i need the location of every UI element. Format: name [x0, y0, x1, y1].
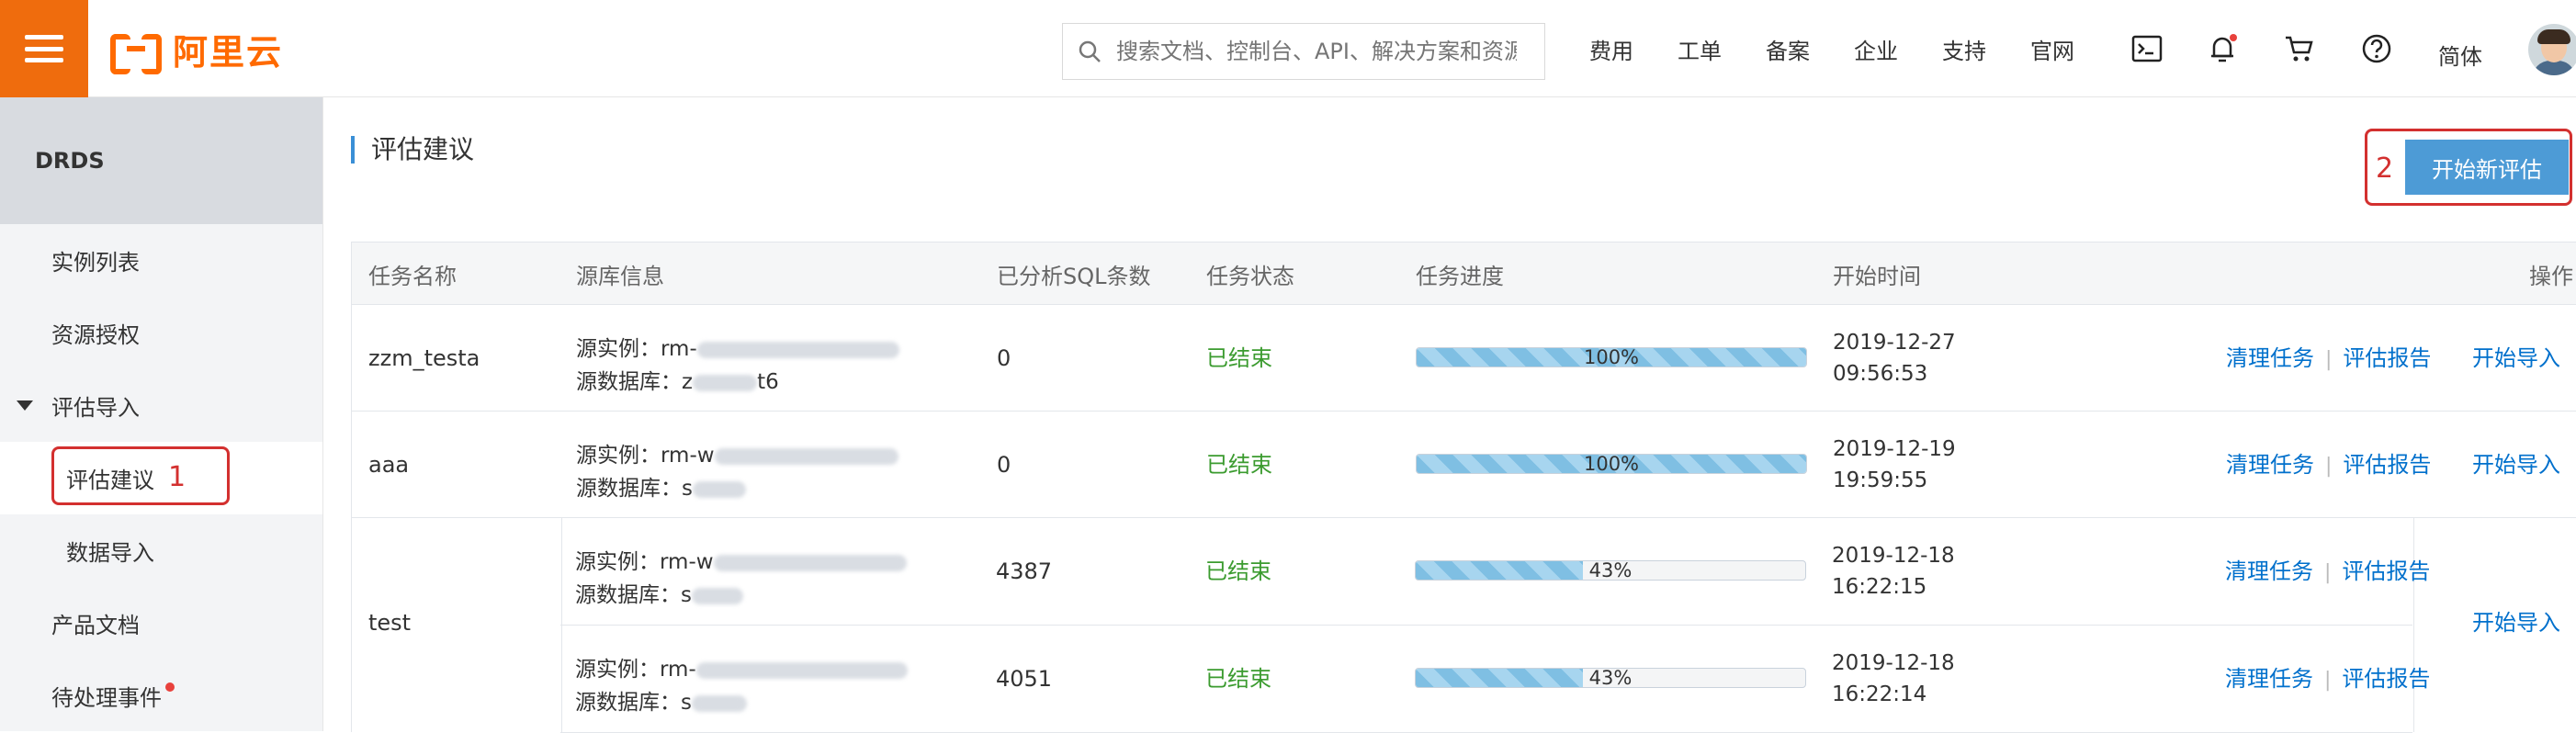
nav-filing[interactable]: 备案 [1766, 33, 1810, 65]
sidebar-item-instances[interactable]: 实例列表 [0, 224, 322, 297]
clean-task-link[interactable]: 清理任务 [2226, 452, 2314, 478]
start-time: 2019-12-19 19:59:55 [1833, 437, 1956, 492]
source-database: 源数据库：s [575, 577, 743, 608]
aliyun-logo-icon [110, 30, 162, 74]
logo-text: 阿里云 [173, 31, 284, 73]
sql-count: 0 [997, 345, 1011, 371]
table-header: 任务名称 源库信息 已分析SQL条数 任务状态 任务进度 开始时间 操作 [351, 242, 2576, 305]
top-nav: 费用 工单 备案 企业 支持 官网 [1589, 0, 2118, 97]
start-import-link[interactable]: 开始导入 [2472, 612, 2560, 634]
terminal-icon[interactable] [2130, 31, 2164, 66]
clean-task-link[interactable]: 清理任务 [2225, 666, 2313, 692]
evaluation-report-link[interactable]: 评估报告 [2342, 558, 2430, 584]
source-instance: 源实例：rm-w [576, 437, 898, 468]
sidebar-item-data-import[interactable]: 数据导入 [0, 514, 322, 587]
row-actions: 清理任务 | 评估报告 [2226, 452, 2432, 478]
task-status: 已结束 [1206, 452, 1272, 478]
table-subrow: 源实例：rm-w 源数据库：s 4387 已结束 43% 2019-12-18 1… [560, 518, 2430, 626]
row-actions: 清理任务 | 评估报告 [2225, 558, 2431, 584]
evaluation-report-link[interactable]: 评估报告 [2343, 452, 2431, 478]
evaluation-table: 任务名称 源库信息 已分析SQL条数 任务状态 任务进度 开始时间 操作 zzm… [351, 242, 2576, 733]
task-progress-bar: 43% [1415, 668, 1806, 688]
sidebar-item-docs[interactable]: 产品文档 [0, 587, 322, 660]
nav-fees[interactable]: 费用 [1589, 33, 1633, 65]
start-import-link[interactable]: 开始导入 [2472, 347, 2560, 369]
language-switch[interactable]: 简体 [2438, 39, 2482, 71]
col-start-time: 开始时间 [1833, 263, 1921, 289]
clean-task-link[interactable]: 清理任务 [2226, 345, 2314, 371]
task-progress-bar: 100% [1416, 347, 1807, 367]
task-name: aaa [368, 452, 410, 478]
user-avatar[interactable] [2528, 24, 2576, 75]
source-instance: 源实例：rm- [576, 331, 899, 362]
source-database: 源数据库：z t6 [576, 370, 779, 394]
search-box[interactable] [1062, 23, 1545, 80]
task-progress-bar: 100% [1416, 454, 1807, 474]
sidebar-item-evaluation-import[interactable]: 评估导入 [0, 369, 322, 442]
main-content: 评估建议 开始新评估 任务名称 源库信息 已分析SQL条数 任务状态 任务进度 … [323, 97, 2576, 733]
progress-text: 100% [1583, 347, 1640, 367]
table-row: aaa 源实例：rm-w 源数据库：s 0 已结束 100% 2019-12-1… [351, 412, 2576, 518]
progress-text: 43% [1588, 560, 1633, 581]
caret-down-icon [17, 400, 33, 411]
sidebar-item-resource-auth[interactable]: 资源授权 [0, 297, 322, 369]
source-instance: 源实例：rm-w [575, 544, 907, 575]
task-status: 已结束 [1205, 558, 1271, 584]
sidebar-item-pending-events[interactable]: 待处理事件 [0, 660, 322, 732]
source-database: 源数据库：s [575, 684, 747, 716]
hamburger-icon [25, 35, 63, 62]
col-actions: 操作 [2529, 263, 2573, 289]
task-status: 已结束 [1205, 666, 1271, 692]
start-time: 2019-12-18 16:22:15 [1832, 544, 1955, 599]
col-status: 任务状态 [1206, 263, 1294, 289]
progress-text: 43% [1588, 668, 1633, 688]
page-title: 评估建议 [351, 136, 474, 164]
search-icon [1079, 40, 1101, 62]
annotation-box-2 [2365, 129, 2572, 206]
row-actions: 清理任务 | 评估报告 [2226, 345, 2432, 371]
nav-enterprise[interactable]: 企业 [1854, 33, 1898, 65]
col-task-name: 任务名称 [368, 263, 457, 289]
task-progress-bar: 43% [1415, 560, 1806, 581]
start-time: 2019-12-18 16:22:14 [1832, 651, 1955, 706]
table-subrow: 源实例：rm- 源数据库：s 4051 已结束 43% 2019-12-18 16… [560, 626, 2430, 733]
sql-count: 0 [997, 452, 1011, 478]
evaluation-report-link[interactable]: 评估报告 [2343, 345, 2431, 371]
table-row: zzm_testa 源实例：rm- 源数据库：z t6 0 已结束 100% 20… [351, 305, 2576, 412]
clean-task-link[interactable]: 清理任务 [2225, 558, 2313, 584]
sidebar: DRDS 实例列表 资源授权 评估导入 评估建议 数据导入 产品文档 待处理事件 [0, 97, 323, 731]
sql-count: 4051 [996, 666, 1053, 692]
col-sql-count: 已分析SQL条数 [997, 263, 1151, 289]
col-source-info: 源库信息 [576, 263, 664, 289]
nav-website[interactable]: 官网 [2030, 33, 2074, 65]
annotation-box-1 [51, 446, 230, 505]
task-status: 已结束 [1206, 345, 1272, 371]
bell-icon[interactable] [2205, 31, 2240, 66]
col-progress: 任务进度 [1416, 263, 1504, 289]
search-input[interactable] [1114, 38, 1519, 65]
annotation-number-1: 1 [168, 461, 186, 493]
notification-dot [165, 682, 175, 692]
top-bar: 阿里云 费用 工单 备案 企业 支持 官网 简体 [0, 0, 2576, 97]
task-name: zzm_testa [368, 345, 480, 371]
menu-button[interactable] [0, 0, 88, 97]
nav-tickets[interactable]: 工单 [1678, 33, 1722, 65]
row-actions: 清理任务 | 评估报告 [2225, 666, 2431, 692]
progress-text: 100% [1583, 454, 1640, 474]
source-database: 源数据库：s [576, 470, 746, 502]
start-time: 2019-12-27 09:56:53 [1833, 331, 1956, 386]
sql-count: 4387 [996, 558, 1053, 584]
source-instance: 源实例：rm- [575, 651, 908, 682]
evaluation-report-link[interactable]: 评估报告 [2342, 666, 2430, 692]
cart-icon[interactable] [2282, 31, 2317, 66]
aliyun-logo[interactable]: 阿里云 [110, 28, 283, 74]
sidebar-title: DRDS [0, 97, 322, 224]
help-icon[interactable] [2359, 31, 2394, 66]
task-name: test [368, 610, 412, 636]
start-import-link[interactable]: 开始导入 [2472, 454, 2560, 476]
nav-support[interactable]: 支持 [1942, 33, 1986, 65]
annotation-number-2: 2 [2376, 152, 2394, 185]
